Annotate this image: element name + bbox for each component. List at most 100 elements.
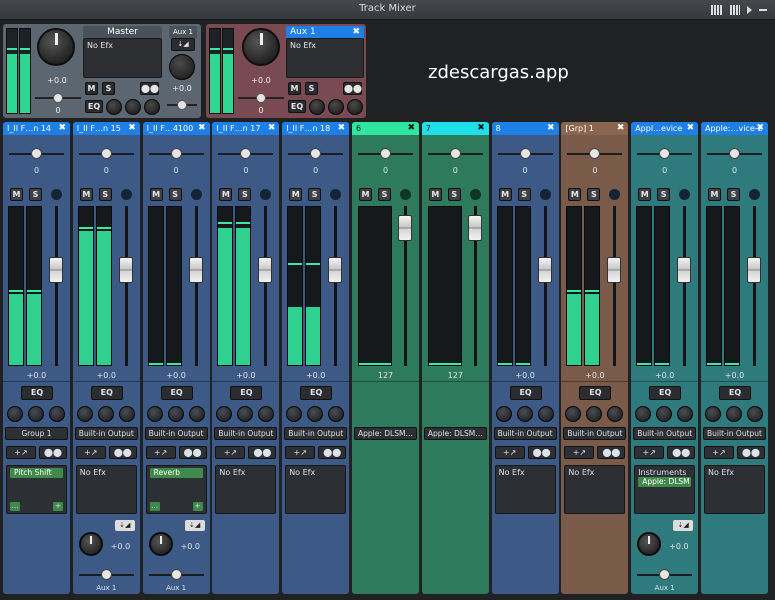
aux-volume-knob[interactable] xyxy=(242,28,280,66)
pan-slider[interactable] xyxy=(170,148,182,159)
eq-knob-mid[interactable] xyxy=(656,406,673,422)
track-name-header[interactable]: [Grp] 1 ✖ xyxy=(561,122,629,135)
eq-knob-mid[interactable] xyxy=(586,406,603,422)
track-name-header[interactable]: I_II F…4100 ✖ xyxy=(142,122,210,135)
aux-route-button[interactable]: ⇣◢ xyxy=(673,520,694,531)
aux-eq-button[interactable]: EQ xyxy=(288,100,306,113)
volume-fader[interactable] xyxy=(398,215,412,242)
mute-button[interactable]: M xyxy=(568,188,582,201)
master-eq-button[interactable]: EQ xyxy=(85,100,103,113)
track-name-header[interactable]: I_II F…n 18 ✖ xyxy=(282,122,350,135)
pan-slider[interactable] xyxy=(519,148,531,159)
send-route-button[interactable]: +↗ xyxy=(75,446,106,459)
stereo-link-button[interactable]: ⬤⬤ xyxy=(39,446,67,459)
eq-button[interactable]: EQ xyxy=(90,386,123,400)
mute-button[interactable]: M xyxy=(428,188,442,201)
output-selector[interactable]: Built-in Output xyxy=(284,427,348,440)
master-eq-knob-1[interactable] xyxy=(106,99,122,115)
track-name-header[interactable]: I_II F…n 17 ✖ xyxy=(212,122,280,135)
solo-button[interactable]: S xyxy=(308,188,322,201)
record-arm-icon[interactable] xyxy=(120,189,132,200)
close-icon[interactable]: ✖ xyxy=(617,122,625,135)
master-mute-button[interactable]: M xyxy=(85,82,98,95)
track-name-header[interactable]: I_II F…n 14 ✖ xyxy=(3,122,70,135)
stereo-link-button[interactable]: ⬤⬤ xyxy=(178,446,207,459)
stereo-link-button[interactable]: ⬤⬤ xyxy=(667,446,696,459)
volume-fader[interactable] xyxy=(677,257,692,283)
eq-button[interactable]: EQ xyxy=(649,386,682,400)
solo-button[interactable]: S xyxy=(168,188,182,201)
pan-slider[interactable] xyxy=(449,148,461,159)
mute-button[interactable]: M xyxy=(638,188,652,201)
output-selector[interactable]: Group 1 xyxy=(5,427,68,440)
volume-fader[interactable] xyxy=(258,257,273,283)
solo-button[interactable]: S xyxy=(657,188,671,201)
eq-button[interactable]: EQ xyxy=(719,386,751,400)
master-efx-slot[interactable]: No Efx xyxy=(83,38,162,78)
send-route-button[interactable]: +↗ xyxy=(285,446,316,459)
efx-slot[interactable]: Reverb … + xyxy=(145,465,207,514)
master-stereo-button[interactable]: ⬤⬤ xyxy=(140,82,159,95)
eq-knob-high[interactable] xyxy=(747,406,763,422)
master-aux-knob[interactable] xyxy=(169,54,195,80)
eq-button[interactable]: EQ xyxy=(160,386,193,400)
pan-slider[interactable] xyxy=(659,148,671,159)
eq-knob-mid[interactable] xyxy=(237,406,254,422)
record-arm-icon[interactable] xyxy=(51,189,62,200)
eq-knob-low[interactable] xyxy=(705,406,721,422)
efx-slot[interactable]: No Efx xyxy=(215,465,277,514)
output-selector[interactable]: Built-in Output xyxy=(74,427,138,440)
eq-knob-high[interactable] xyxy=(258,406,275,422)
efx-slot[interactable]: No Efx xyxy=(704,465,765,514)
send-route-button[interactable]: +↗ xyxy=(6,446,36,459)
output-selector[interactable]: Apple: DLSM… xyxy=(354,427,417,440)
send-route-button[interactable]: +↗ xyxy=(634,446,665,459)
pan-slider[interactable] xyxy=(589,148,601,159)
send-route-button[interactable]: +↗ xyxy=(145,446,176,459)
eq-knob-high[interactable] xyxy=(328,406,345,422)
eq-knob-low[interactable] xyxy=(146,406,163,422)
close-icon[interactable]: ✖ xyxy=(268,122,276,135)
plugin-item[interactable]: Pitch Shift xyxy=(10,468,63,478)
send-route-button[interactable]: +↗ xyxy=(494,446,525,459)
eq-knob-mid[interactable] xyxy=(307,406,324,422)
output-selector[interactable]: Apple: DLSM… xyxy=(423,427,487,440)
aux-send-slider[interactable] xyxy=(100,569,112,580)
eq-knob-low[interactable] xyxy=(7,406,23,422)
pan-slider[interactable] xyxy=(100,148,112,159)
pan-slider[interactable] xyxy=(729,148,740,159)
aux-close-icon[interactable]: ✖ xyxy=(352,26,360,38)
volume-fader[interactable] xyxy=(118,257,133,283)
more-plugins-button[interactable]: … xyxy=(10,502,20,511)
play-icon[interactable] xyxy=(747,6,752,14)
solo-button[interactable]: S xyxy=(29,188,42,201)
solo-button[interactable]: S xyxy=(238,188,252,201)
stereo-link-button[interactable]: ⬤⬤ xyxy=(597,446,626,459)
eq-knob-low[interactable] xyxy=(565,406,582,422)
track-name-header[interactable]: 8 ✖ xyxy=(491,122,559,135)
eq-knob-mid[interactable] xyxy=(726,406,742,422)
eq-button[interactable]: EQ xyxy=(300,386,333,400)
pan-slider[interactable] xyxy=(240,148,252,159)
eq-knob-high[interactable] xyxy=(677,406,694,422)
volume-fader[interactable] xyxy=(188,257,203,283)
add-plugin-button[interactable]: + xyxy=(53,502,63,511)
mute-button[interactable]: M xyxy=(359,188,372,201)
eq-knob-mid[interactable] xyxy=(28,406,44,422)
aux-eq-knob-3[interactable] xyxy=(347,99,363,115)
mute-button[interactable]: M xyxy=(10,188,23,201)
eq-knob-mid[interactable] xyxy=(516,406,533,422)
record-arm-icon[interactable] xyxy=(749,189,760,200)
efx-slot[interactable]: No Efx xyxy=(75,465,137,514)
aux-stereo-button[interactable]: ⬤⬤ xyxy=(343,82,362,95)
master-volume-knob[interactable] xyxy=(37,28,75,66)
mute-button[interactable]: M xyxy=(708,188,721,201)
aux-route-button[interactable]: ⇣◢ xyxy=(184,520,205,531)
record-arm-icon[interactable] xyxy=(679,189,691,200)
record-arm-icon[interactable] xyxy=(190,189,202,200)
record-arm-icon[interactable] xyxy=(330,189,342,200)
close-icon[interactable]: ✖ xyxy=(756,122,764,135)
aux-solo-button[interactable]: S xyxy=(305,82,318,95)
track-name-header[interactable]: Appl…evice ✖ xyxy=(631,122,699,135)
master-eq-knob-2[interactable] xyxy=(125,99,141,115)
